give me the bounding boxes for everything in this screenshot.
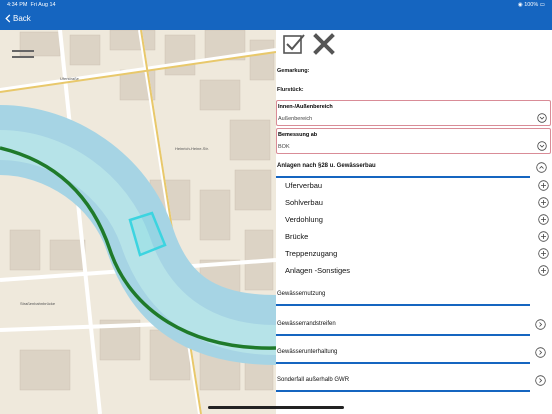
map-label: Uferstraße <box>60 76 80 81</box>
bemessung-select[interactable]: Bemessung ab BOK <box>276 128 551 154</box>
anlagen-section-title[interactable]: Anlagen nach §28 u. Gewässerbau <box>277 163 376 169</box>
list-item-bruecke[interactable]: Brücke <box>276 229 552 245</box>
section-divider <box>276 390 530 392</box>
confirm-button[interactable] <box>282 32 306 56</box>
innen-aussen-label: Innen-/Außenbereich <box>278 104 333 110</box>
status-bar: 4:34 PM Fri Aug 14 ◉ 100% ▭ <box>0 0 552 10</box>
close-icon <box>313 33 335 55</box>
list-item-sohlverbau[interactable]: Sohlverbau <box>276 195 552 211</box>
section-divider <box>276 304 530 306</box>
section-gewaessernutzung[interactable]: Gewässernutzung <box>277 291 325 297</box>
home-indicator[interactable] <box>208 406 344 409</box>
section-divider <box>276 362 530 364</box>
map-canvas[interactable]: Uferstraße Heinrich-Heine-Str. Straßenba… <box>0 30 276 414</box>
chevron-up-icon[interactable] <box>536 162 547 173</box>
map-view[interactable]: Uferstraße Heinrich-Heine-Str. Straßenba… <box>0 30 276 414</box>
section-gewaesserrandstreifen[interactable]: Gewässerrandstreifen <box>277 321 336 327</box>
section-gewaesserunterhaltung[interactable]: Gewässerunterhaltung <box>277 349 337 355</box>
list-item-label: Uferverbau <box>285 181 323 190</box>
plus-icon[interactable] <box>538 197 549 208</box>
chevron-down-icon <box>537 141 547 151</box>
list-item-label: Anlagen -Sonstiges <box>285 266 351 275</box>
checkbox-icon <box>283 34 305 54</box>
list-item-label: Brücke <box>285 232 309 241</box>
list-item-label: Treppenzugang <box>285 249 338 258</box>
bemessung-value: BOK <box>278 144 290 150</box>
list-item-uferverbau[interactable]: Uferverbau <box>276 178 552 194</box>
list-item-treppenzugang[interactable]: Treppenzugang <box>276 246 552 262</box>
status-time: 4:34 PM Fri Aug 14 <box>7 2 56 8</box>
chevron-right-icon[interactable] <box>535 375 546 386</box>
map-label: Heinrich-Heine-Str. <box>175 146 209 151</box>
cancel-button[interactable] <box>312 32 336 56</box>
chevron-right-icon[interactable] <box>535 347 546 358</box>
gemarkung-label: Gemarkung: <box>277 68 310 74</box>
chevron-right-icon[interactable] <box>535 319 546 330</box>
list-item-verdohlung[interactable]: Verdohlung <box>276 212 552 228</box>
bemessung-label: Bemessung ab <box>278 132 318 138</box>
list-item-label: Verdohlung <box>285 215 323 224</box>
navigation-bar: Back <box>0 10 552 30</box>
plus-icon[interactable] <box>538 248 549 259</box>
chevron-left-icon <box>5 14 11 23</box>
back-button[interactable]: Back <box>5 14 31 23</box>
section-sonderfall[interactable]: Sonderfall außerhalb GWR <box>277 377 349 383</box>
form-panel: Gemarkung: Flurstück: Innen-/Außenbereic… <box>276 30 552 414</box>
flurstueck-label: Flurstück: <box>277 87 304 93</box>
list-item-label: Sohlverbau <box>285 198 323 207</box>
chevron-down-icon <box>537 113 547 123</box>
innen-aussen-select[interactable]: Innen-/Außenbereich Außenbereich <box>276 100 551 126</box>
map-label: Straßenbahnbrücke <box>20 301 56 306</box>
plus-icon[interactable] <box>538 265 549 276</box>
plus-icon[interactable] <box>538 180 549 191</box>
menu-icon[interactable] <box>12 50 34 64</box>
list-item-anlagen-sonstiges[interactable]: Anlagen -Sonstiges <box>276 263 552 279</box>
back-label: Back <box>13 14 31 23</box>
section-divider <box>276 334 530 336</box>
status-battery: ◉ 100% ▭ <box>517 2 545 8</box>
innen-aussen-value: Außenbereich <box>278 116 313 122</box>
plus-icon[interactable] <box>538 214 549 225</box>
plus-icon[interactable] <box>538 231 549 242</box>
